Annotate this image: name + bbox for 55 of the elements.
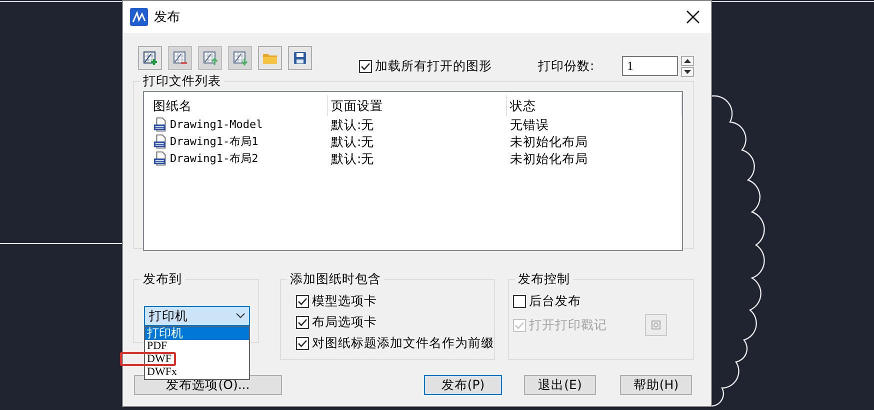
group-title: 打印文件列表	[140, 73, 224, 89]
chevron-down-icon	[236, 313, 245, 319]
up-arrow-icon	[684, 58, 691, 62]
checkbox-label: 模型选项卡	[312, 293, 377, 309]
copies-label: 打印份数:	[538, 58, 596, 74]
group-title: 添加图纸时包含	[287, 271, 384, 287]
table-cell-text: 未初始化布局	[509, 150, 589, 167]
add-sheet-icon	[142, 50, 158, 66]
checkbox-label: 对图纸标题添加文件名作为前缀	[312, 335, 494, 351]
dialog-button[interactable]: 帮助(H)	[620, 375, 692, 395]
table-cell-text: 默认:无	[330, 116, 376, 133]
move-down-icon	[232, 50, 248, 66]
dropdown-option[interactable]: 打印机	[145, 327, 249, 340]
checkbox[interactable]	[296, 294, 309, 308]
column-header[interactable]: 图纸名	[150, 95, 328, 116]
column-header[interactable]: 页面设置	[328, 95, 507, 116]
save-icon	[292, 50, 308, 66]
table-cell-text: 默认:无	[330, 133, 376, 150]
file-icon	[153, 134, 168, 149]
move-up-icon	[202, 50, 218, 66]
remove-sheet-icon	[172, 50, 188, 66]
spin-down-button[interactable]	[681, 66, 694, 76]
checkbox[interactable]	[513, 294, 526, 308]
checkbox[interactable]	[296, 316, 309, 328]
toolbar-button[interactable]	[288, 46, 312, 70]
checkbox[interactable]	[296, 336, 309, 350]
publish-to-dropdown[interactable]: 打印机	[144, 306, 250, 326]
down-arrow-icon	[684, 70, 691, 74]
group-title: 发布到	[140, 271, 185, 287]
table-cell-text: Drawing1-Model	[170, 117, 263, 133]
file-icon	[153, 117, 168, 132]
checkbox-label: 打开打印戳记	[529, 317, 607, 333]
table-cell-text: Drawing1-布局1	[170, 134, 258, 150]
dialog-button[interactable]: 退出(E)	[524, 375, 596, 395]
dropdown-option[interactable]: DWF	[145, 353, 249, 366]
window-title: 发布	[154, 9, 181, 26]
checkbox-label: 布局选项卡	[312, 314, 377, 330]
spin-up-button[interactable]	[681, 56, 694, 66]
stamp-icon	[650, 319, 662, 331]
table-cell-text: 未初始化布局	[509, 133, 589, 150]
dropdown-option[interactable]: PDF	[145, 340, 249, 353]
app-icon	[130, 8, 148, 26]
file-icon	[153, 151, 168, 166]
checkbox-label: 后台发布	[529, 293, 581, 309]
group-title: 发布控制	[515, 271, 573, 287]
toolbar-button[interactable]	[138, 46, 162, 70]
checkbox[interactable]	[359, 60, 372, 72]
table-cell-text: 默认:无	[330, 150, 376, 167]
table-cell-text: Drawing1-布局2	[170, 151, 258, 167]
checkbox-label: 加载所有打开的图形	[375, 58, 492, 74]
copies-field[interactable]: 1	[622, 56, 678, 76]
column-header[interactable]: 状态	[507, 95, 682, 116]
table-cell-text: 无错误	[509, 116, 550, 133]
file-list[interactable]: 图纸名 页面设置 状态 Drawing1-Model 默认:无 无错误 Drawing1-布局1 默认:无 未初始化布局 Drawing1-布局2 默认:无 未初始化布局	[143, 91, 683, 251]
dialog-button[interactable]: 发布(P)	[424, 375, 502, 395]
